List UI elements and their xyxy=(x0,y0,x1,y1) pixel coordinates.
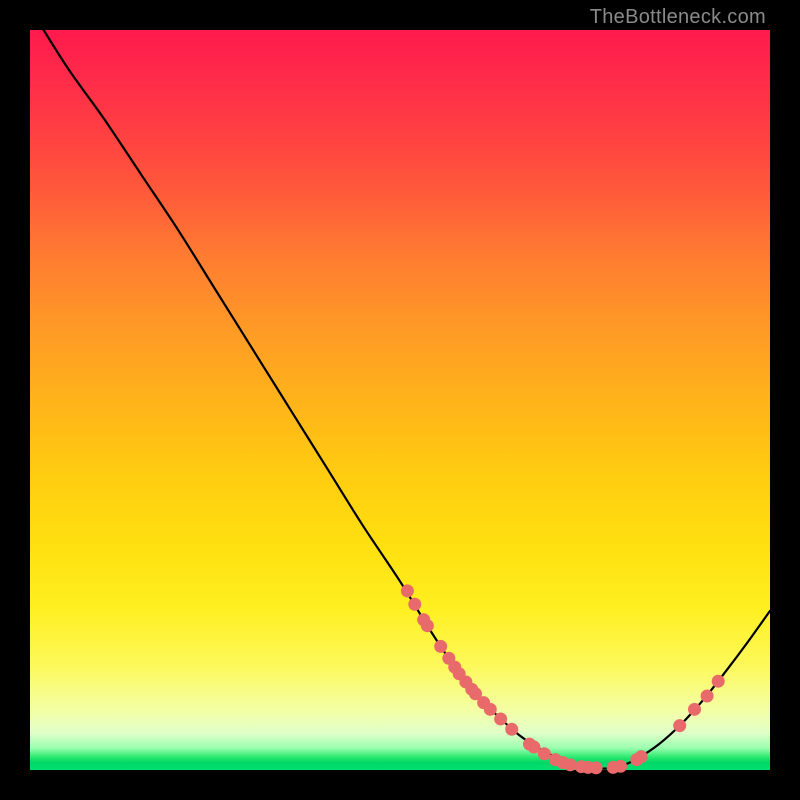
marker-dot xyxy=(408,598,421,611)
marker-dot xyxy=(401,584,414,597)
marker-group xyxy=(401,584,725,774)
marker-dot xyxy=(688,703,701,716)
marker-dot xyxy=(712,675,725,688)
marker-dot xyxy=(673,719,686,732)
bottleneck-curve xyxy=(30,8,770,769)
marker-dot xyxy=(590,761,603,774)
marker-dot xyxy=(505,723,518,736)
watermark-text: TheBottleneck.com xyxy=(590,6,766,29)
marker-dot xyxy=(421,619,434,632)
marker-dot xyxy=(434,640,447,653)
marker-dot xyxy=(701,690,714,703)
plot-svg xyxy=(30,30,770,770)
marker-dot xyxy=(564,758,577,771)
marker-dot xyxy=(635,750,648,763)
marker-dot xyxy=(614,760,627,773)
marker-dot xyxy=(494,712,507,725)
marker-dot xyxy=(484,703,497,716)
marker-dot xyxy=(538,747,551,760)
chart-area xyxy=(30,30,770,770)
